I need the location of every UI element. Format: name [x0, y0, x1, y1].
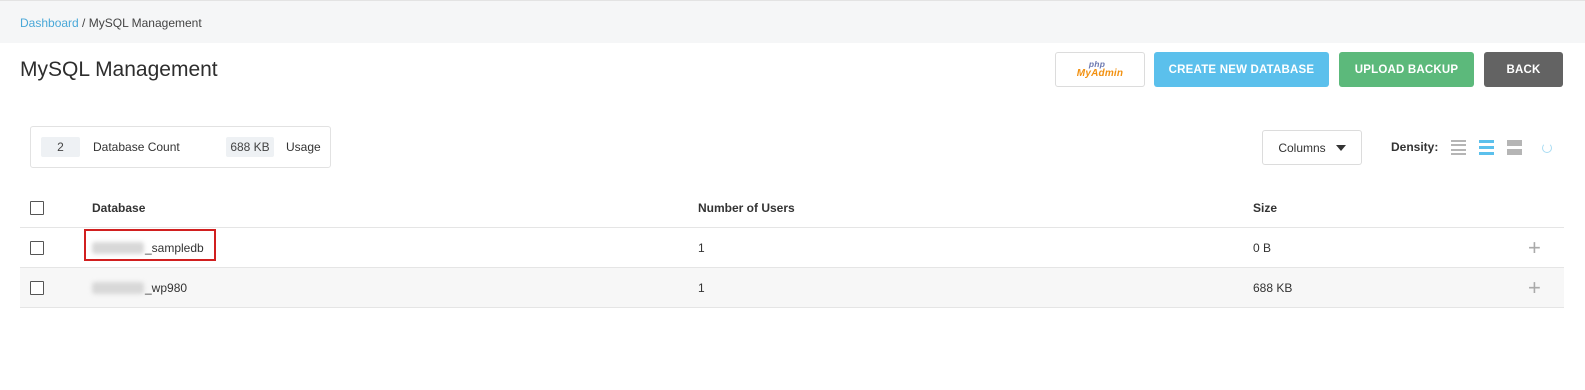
phpmyadmin-button[interactable]: php MyAdmin: [1055, 52, 1145, 87]
stats-summary: 2 Database Count 688 KB Usage: [30, 126, 331, 168]
columns-dropdown[interactable]: Columns: [1262, 130, 1362, 165]
select-all-checkbox[interactable]: [30, 201, 44, 215]
table-header-row: Database Number of Users Size: [20, 188, 1564, 228]
upload-backup-button[interactable]: UPLOAD BACKUP: [1339, 52, 1474, 87]
usage-label: Usage: [286, 140, 321, 154]
usage-value: 688 KB: [226, 137, 274, 157]
breadcrumb-dashboard-link[interactable]: Dashboard: [20, 16, 79, 30]
phpmyadmin-logo-myadmin: MyAdmin: [1076, 67, 1124, 79]
breadcrumb-separator: /: [78, 16, 89, 30]
table-row[interactable]: _wp980 1 688 KB +: [20, 268, 1564, 308]
table-row[interactable]: _sampledb 1 0 B +: [20, 228, 1564, 268]
header-number-of-users[interactable]: Number of Users: [698, 188, 795, 228]
database-table: Database Number of Users Size _sampledb …: [20, 188, 1564, 308]
columns-label: Columns: [1278, 140, 1326, 155]
database-count-label: Database Count: [93, 140, 180, 154]
database-size: 688 KB: [1253, 281, 1293, 295]
loading-spinner-icon: [1542, 143, 1552, 153]
create-new-database-button[interactable]: CREATE NEW DATABASE: [1154, 52, 1329, 87]
header-database[interactable]: Database: [92, 188, 145, 228]
user-count: 1: [698, 281, 705, 295]
database-size: 0 B: [1253, 241, 1272, 255]
redacted-username: [92, 282, 144, 294]
database-name[interactable]: _wp980: [92, 281, 187, 295]
caret-down-icon: [1335, 144, 1346, 151]
back-button[interactable]: BACK: [1484, 52, 1563, 87]
breadcrumb: Dashboard / MySQL Management: [20, 16, 202, 30]
highlight-annotation: [84, 229, 216, 261]
density-comfortable-icon[interactable]: [1507, 140, 1522, 155]
breadcrumb-bar: Dashboard / MySQL Management: [0, 0, 1585, 43]
user-count: 1: [698, 241, 705, 255]
row-checkbox[interactable]: [30, 281, 44, 295]
density-label: Density:: [1391, 140, 1439, 154]
expand-row-icon[interactable]: +: [1528, 228, 1541, 268]
page-title: MySQL Management: [20, 58, 218, 81]
row-checkbox[interactable]: [30, 241, 44, 255]
database-name[interactable]: _sampledb: [84, 229, 216, 261]
expand-row-icon[interactable]: +: [1528, 268, 1541, 308]
database-name-text: _wp980: [145, 281, 188, 295]
breadcrumb-current: MySQL Management: [88, 16, 202, 30]
density-normal-icon[interactable]: [1479, 140, 1494, 155]
database-count-value: 2: [41, 137, 80, 157]
density-compact-icon[interactable]: [1451, 140, 1466, 155]
header-size[interactable]: Size: [1253, 188, 1277, 228]
